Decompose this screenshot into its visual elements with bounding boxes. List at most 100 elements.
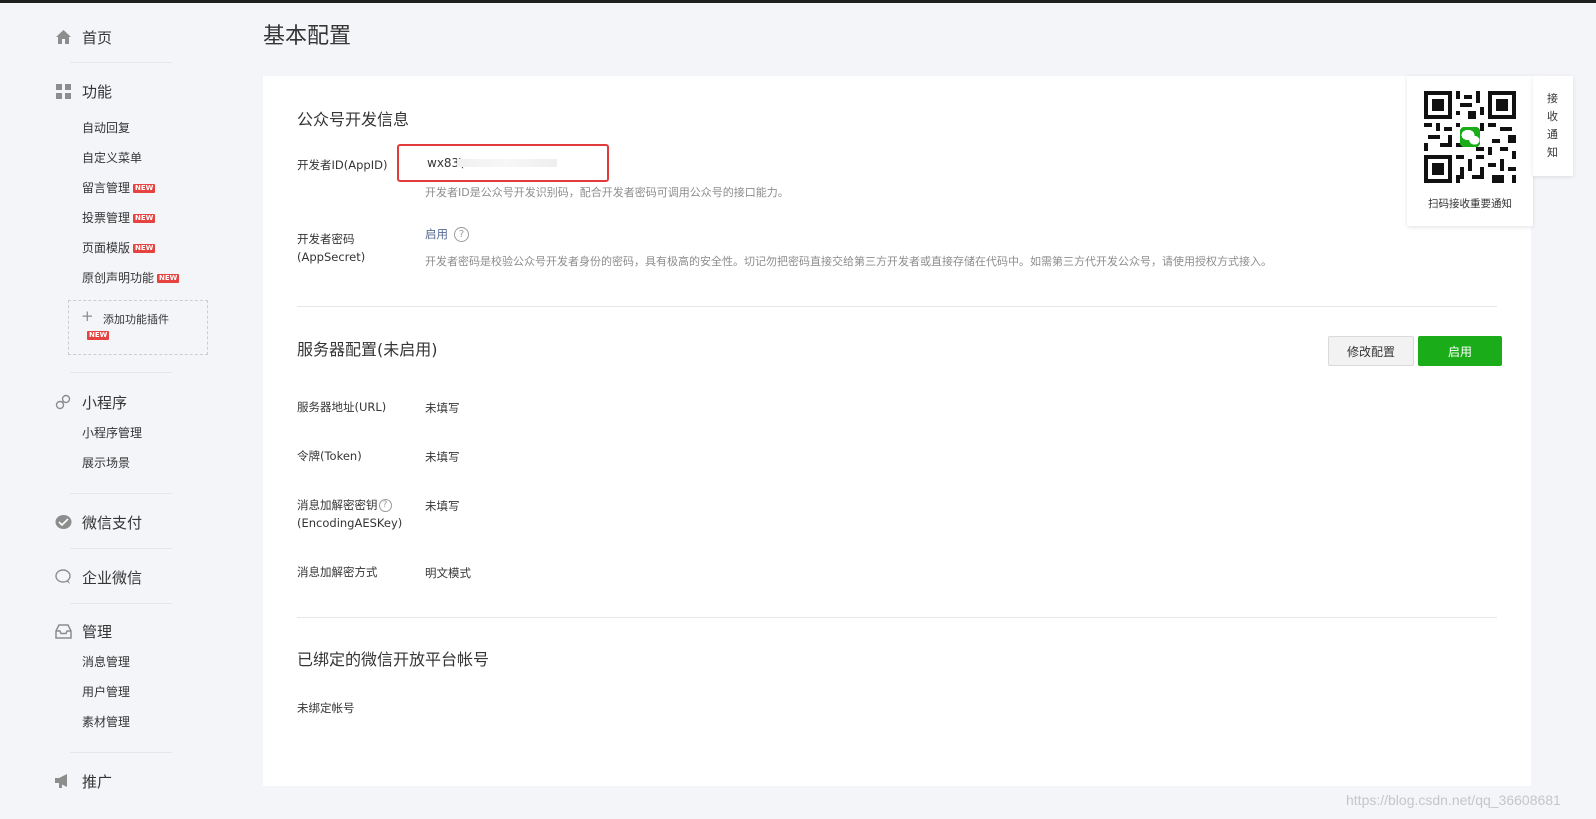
section-divider	[297, 617, 1497, 618]
top-bar	[0, 0, 1596, 3]
inbox-icon	[54, 622, 72, 640]
sidebar-item-page-templates[interactable]: 页面模版 NEW	[82, 239, 156, 257]
appsecret-description: 开发者密码是校验公众号开发者身份的密码，具有极高的安全性。切记勿把密码直接交给第…	[425, 255, 1272, 268]
divider	[70, 493, 172, 494]
divider	[70, 548, 172, 549]
divider	[70, 603, 172, 604]
section-divider	[297, 306, 1497, 307]
sidebar-group-promote[interactable]: 推广	[54, 770, 112, 792]
sidebar-item-display-scenes[interactable]: 展示场景	[82, 454, 130, 472]
sidebar-group-label: 小程序	[82, 393, 128, 412]
server-url-label: 服务器地址(URL)	[297, 400, 387, 414]
watermark: https://blog.csdn.net/qq_36608681	[1346, 792, 1561, 808]
new-badge: NEW	[133, 214, 156, 223]
new-badge: NEW	[157, 274, 180, 283]
encrypt-mode-value: 明文模式	[425, 566, 471, 580]
sidebar-item-label: 投票管理	[82, 211, 131, 225]
sidebar-group-manage[interactable]: 管理	[54, 620, 112, 642]
aes-key-label-line2: (EncodingAESKey)	[297, 516, 403, 530]
sidebar-item-label: 消息管理	[82, 655, 131, 669]
server-url-value: 未填写	[425, 401, 460, 415]
page-title: 基本配置	[263, 24, 352, 49]
sidebar-group-label: 微信支付	[82, 513, 143, 532]
sidebar-group-label: 推广	[82, 772, 113, 791]
appsecret-label-line1: 开发者密码	[297, 232, 355, 246]
edit-config-button[interactable]: 修改配置	[1328, 336, 1414, 366]
grid-icon	[54, 82, 72, 100]
sidebar-group-miniprogram[interactable]: 小程序	[54, 391, 127, 413]
sidebar-item-label: 原创声明功能	[82, 271, 155, 285]
sidebar-item-home[interactable]: 首页	[54, 26, 112, 48]
appsecret-action: 启用?	[425, 226, 469, 242]
enable-button[interactable]: 启用	[1418, 336, 1502, 366]
section-title-open-platform: 已绑定的微信开放平台帐号	[297, 650, 490, 669]
appsecret-label: 开发者密码 (AppSecret)	[297, 230, 365, 266]
sidebar-item-miniprogram-manage[interactable]: 小程序管理	[82, 424, 142, 442]
side-tab-char: 通	[1547, 128, 1558, 141]
section-title-server: 服务器配置(未启用)	[297, 340, 438, 359]
sidebar-item-label: 展示场景	[82, 456, 131, 470]
appid-description: 开发者ID是公众号开发识别码，配合开发者密码可调用公众号的接口能力。	[425, 186, 789, 199]
divider	[70, 752, 172, 753]
sidebar-item-user-manage[interactable]: 用户管理	[82, 683, 130, 701]
aes-key-label: 消息加解密密钥? (EncodingAESKey)	[297, 496, 402, 532]
receive-notify-tab[interactable]: 接 收 通 知	[1533, 76, 1573, 176]
section-title-dev-info: 公众号开发信息	[297, 110, 410, 129]
sidebar-item-label: 自定义菜单	[82, 151, 143, 165]
sidebar-group-label: 企业微信	[82, 568, 143, 587]
sidebar-group-features[interactable]: 功能	[54, 80, 112, 102]
new-badge: NEW	[133, 184, 156, 193]
add-plugin-label: 添加功能插件	[103, 313, 169, 326]
qr-code-icon	[1424, 91, 1516, 183]
qr-notify-panel: 扫码接收重要通知	[1407, 76, 1533, 226]
encrypt-mode-label: 消息加解密方式	[297, 565, 378, 579]
sidebar-item-material-manage[interactable]: 素材管理	[82, 713, 130, 731]
sidebar-item-original-declaration[interactable]: 原创声明功能 NEW	[82, 269, 180, 287]
token-label: 令牌(Token)	[297, 449, 362, 463]
divider	[70, 372, 172, 373]
sidebar-item-label: 小程序管理	[82, 426, 143, 440]
sidebar-item-votes[interactable]: 投票管理 NEW	[82, 209, 156, 227]
new-badge: NEW	[133, 244, 156, 253]
help-icon[interactable]: ?	[378, 499, 392, 512]
plus-icon: +	[81, 307, 94, 325]
side-tab-char: 知	[1547, 146, 1558, 159]
help-icon[interactable]: ?	[454, 227, 469, 242]
qr-caption: 扫码接收重要通知	[1428, 198, 1512, 210]
sidebar-group-label: 功能	[82, 82, 113, 101]
appid-label: 开发者ID(AppID)	[297, 158, 388, 172]
sidebar-item-label: 留言管理	[82, 181, 131, 195]
appid-redacted	[457, 159, 557, 167]
megaphone-icon	[54, 772, 72, 790]
aes-key-value: 未填写	[425, 499, 460, 513]
token-value: 未填写	[425, 450, 460, 464]
appsecret-enable-link[interactable]: 启用	[425, 227, 448, 241]
sidebar-item-label: 首页	[82, 28, 113, 47]
sidebar-group-work-wechat[interactable]: 企业微信	[54, 566, 142, 588]
pay-icon	[54, 513, 72, 531]
config-card: 公众号开发信息 开发者ID(AppID) wx83\ 开发者ID是公众号开发识别…	[263, 76, 1531, 786]
aes-key-label-line1: 消息加解密密钥	[297, 498, 378, 512]
sidebar-item-message-manage[interactable]: 消息管理	[82, 653, 130, 671]
sidebar-item-label: 用户管理	[82, 685, 131, 699]
sidebar-item-label: 素材管理	[82, 715, 131, 729]
appid-highlight: wx83\	[397, 144, 609, 182]
chat-bubble-icon	[54, 568, 72, 586]
side-tab-char: 收	[1547, 110, 1558, 123]
sidebar-item-comments[interactable]: 留言管理 NEW	[82, 179, 156, 197]
sidebar-item-label: 自动回复	[82, 121, 131, 135]
side-tab-char: 接	[1547, 92, 1558, 105]
sidebar-item-auto-reply[interactable]: 自动回复	[82, 119, 130, 137]
home-icon	[54, 28, 72, 46]
add-plugin-button[interactable]: + 添加功能插件 NEW	[68, 300, 208, 355]
appsecret-label-line2: (AppSecret)	[297, 250, 366, 264]
open-platform-value: 未绑定帐号	[297, 701, 355, 715]
sidebar: 首页 功能 自动回复 自定义菜单 留言管理 NEW 投票管理 NEW 页面模版 NEW…	[0, 3, 230, 819]
link-icon	[54, 393, 72, 411]
sidebar-item-label: 页面模版	[82, 241, 131, 255]
sidebar-group-wechat-pay[interactable]: 微信支付	[54, 511, 142, 533]
sidebar-group-label: 管理	[82, 622, 113, 641]
new-badge: NEW	[87, 331, 110, 340]
sidebar-item-custom-menu[interactable]: 自定义菜单	[82, 149, 142, 167]
divider	[70, 62, 172, 63]
